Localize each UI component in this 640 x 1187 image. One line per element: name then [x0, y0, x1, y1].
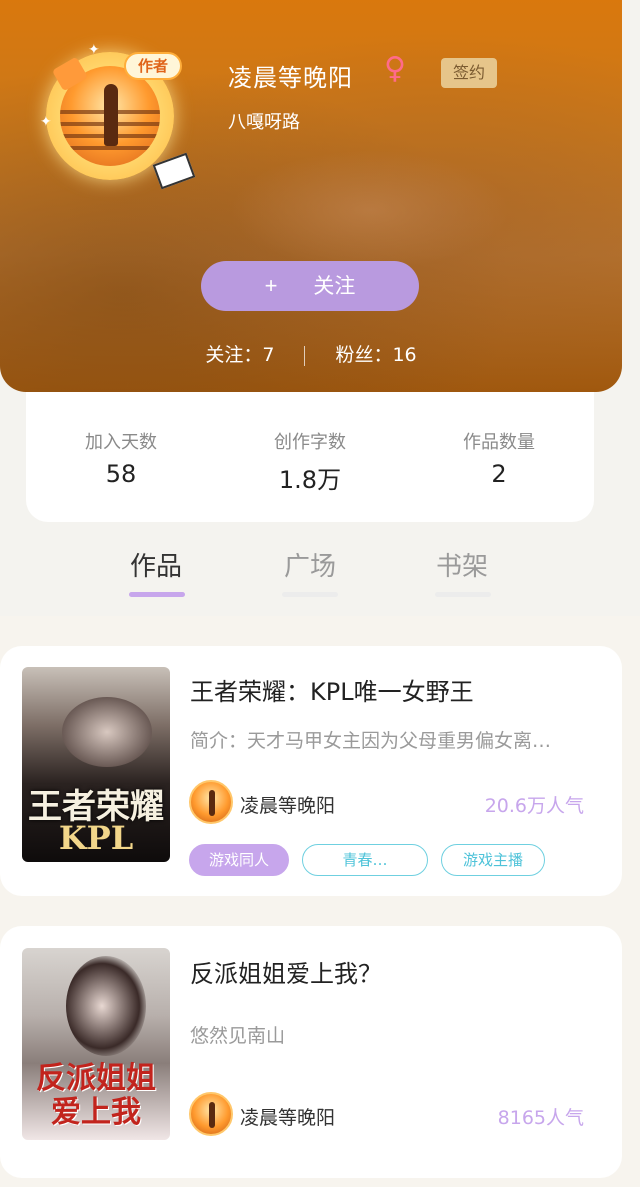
word-count-stat: 创作字数 1.8万	[215, 428, 405, 495]
author-signature: 八嘎呀路	[228, 112, 300, 133]
author-mini-avatar	[189, 780, 233, 824]
author-mini-avatar	[189, 1092, 233, 1136]
tab-bookshelf-indicator	[435, 592, 491, 597]
tag-game-streamer[interactable]: 游戏主播	[441, 844, 545, 876]
book-popularity: 8165人气	[497, 1107, 584, 1129]
book-card[interactable]: 王者荣耀 KPL 王者荣耀：KPL唯一女野王 简介：天才马甲女主因为父母重男偏女…	[0, 646, 622, 896]
author-badge: 作者	[124, 52, 182, 80]
book-description: 简介：天才马甲女主因为父母重男偏女离…	[190, 730, 552, 752]
book-description: 悠然见南山	[190, 1025, 286, 1047]
cover-subtitle: KPL	[58, 819, 134, 857]
cover-title: 反派姐姐爱上我	[36, 1061, 156, 1130]
cover-face	[66, 956, 146, 1056]
sparkle-icon: ✦	[40, 114, 52, 130]
join-days-stat: 加入天数 58	[26, 428, 216, 488]
word-count-value: 1.8万	[278, 466, 342, 494]
author-avatar[interactable]: ✦ ✦ 作者	[36, 40, 196, 190]
tab-bar: 作品 广场 书架	[0, 522, 640, 616]
book-author: 凌晨等晚阳	[240, 1107, 336, 1129]
join-days-value: 58	[105, 460, 137, 488]
works-count-value: 2	[491, 460, 507, 488]
sparkle-icon: ✦	[88, 42, 100, 58]
book-icon	[152, 152, 196, 190]
book-cover[interactable]: 反派姐姐爱上我	[22, 948, 170, 1140]
plus-icon: +	[264, 273, 278, 298]
author-username: 凌晨等晚阳	[228, 64, 353, 92]
avatar-figure	[104, 84, 118, 146]
profile-header: ✦ ✦ 作者 凌晨等晚阳 ♀ 签约 八嘎呀路 + 关注 关注：7 粉丝：16	[0, 0, 622, 392]
tab-square-indicator	[282, 592, 338, 597]
book-title[interactable]: 反派姐姐爱上我？	[190, 954, 382, 989]
join-days-label: 加入天数	[85, 432, 157, 453]
stats-divider	[304, 345, 306, 366]
tag-game-fanfic[interactable]: 游戏同人	[189, 844, 289, 876]
fans-count[interactable]: 粉丝：16	[335, 344, 416, 366]
works-count-stat: 作品数量 2	[404, 428, 594, 488]
book-popularity: 20.6万人气	[484, 795, 584, 817]
follow-button[interactable]: + 关注	[201, 261, 419, 311]
avatar-stripe	[60, 146, 160, 150]
follow-stats: 关注：7 粉丝：16	[0, 340, 622, 367]
tab-square[interactable]: 广场	[250, 546, 370, 583]
female-icon: ♀	[384, 51, 406, 86]
cover-face	[62, 697, 152, 767]
signed-badge: 签约	[441, 58, 497, 88]
author-info-card: 加入天数 58 创作字数 1.8万 作品数量 2	[26, 392, 594, 522]
following-count[interactable]: 关注：7	[205, 344, 274, 366]
works-count-label: 作品数量	[463, 432, 535, 453]
tab-works[interactable]: 作品	[96, 546, 216, 583]
word-count-label: 创作字数	[274, 432, 346, 453]
header-background-blur	[230, 150, 510, 270]
book-title[interactable]: 王者荣耀：KPL唯一女野王	[190, 672, 474, 707]
book-card[interactable]: 反派姐姐爱上我 反派姐姐爱上我？ 悠然见南山 凌晨等晚阳 8165人气	[0, 926, 622, 1178]
tab-bookshelf[interactable]: 书架	[402, 546, 522, 583]
book-cover[interactable]: 王者荣耀 KPL	[22, 667, 170, 862]
tab-works-indicator	[129, 592, 185, 597]
follow-label: 关注	[313, 275, 356, 298]
book-author: 凌晨等晚阳	[240, 795, 336, 817]
tag-youth[interactable]: 青春…	[302, 844, 428, 876]
